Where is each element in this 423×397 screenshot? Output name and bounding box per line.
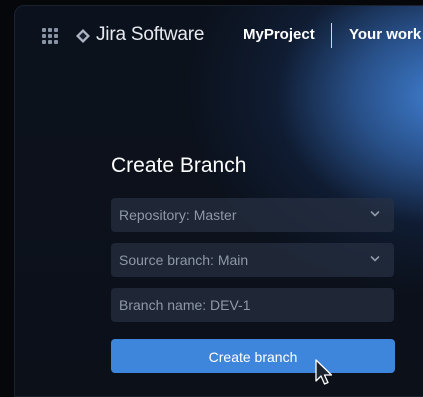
app-window: Jira Software MyProject Your work Create…	[14, 5, 423, 397]
chevron-down-icon	[370, 256, 380, 262]
dialog-title: Create Branch	[111, 154, 247, 177]
top-navigation: Jira Software MyProject Your work	[15, 6, 423, 64]
branch-name-input[interactable]: Branch name: DEV-1	[111, 288, 394, 322]
brand-name: Jira Software	[96, 24, 205, 45]
source-branch-select-value: Source branch: Main	[119, 252, 249, 268]
repository-select[interactable]: Repository: Master	[111, 198, 394, 232]
source-branch-select[interactable]: Source branch: Main	[111, 243, 394, 277]
nav-divider	[331, 23, 332, 48]
jira-logo-icon	[76, 29, 90, 43]
nav-link-your-work[interactable]: Your work	[349, 26, 421, 44]
branch-name-input-value: Branch name: DEV-1	[119, 297, 251, 313]
repository-select-value: Repository: Master	[119, 207, 237, 223]
nav-link-myproject[interactable]: MyProject	[243, 26, 315, 44]
mouse-pointer-icon	[315, 359, 333, 385]
create-branch-button[interactable]: Create branch	[111, 339, 395, 373]
chevron-down-icon	[370, 211, 380, 217]
apps-grid-icon[interactable]	[42, 28, 58, 44]
